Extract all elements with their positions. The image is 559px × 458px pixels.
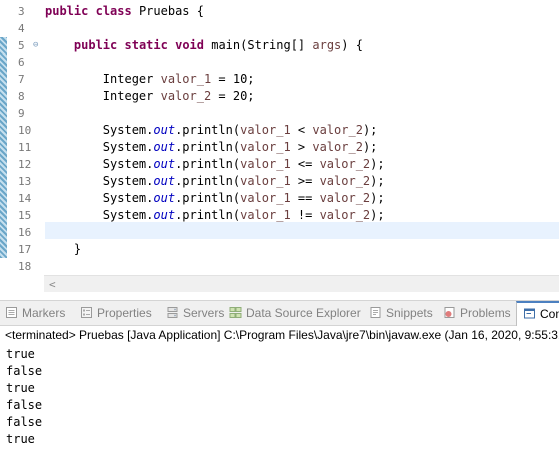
console-output-line: true <box>6 381 35 395</box>
fold-collapse-icon[interactable]: ⊖ <box>33 37 38 54</box>
line-number: 8 <box>18 90 25 103</box>
code-line-close-brace: } <box>73 242 82 256</box>
line-number: 9 <box>18 107 25 120</box>
line-number: 13 <box>18 175 32 188</box>
console-output-line: false <box>6 364 43 378</box>
current-line-highlight <box>45 222 559 239</box>
console-output-line: false <box>6 415 43 429</box>
console-output-line: false <box>6 398 43 412</box>
line-number: 11 <box>18 141 32 154</box>
code-line-println: System.out.println(valor_1 < valor_2); <box>102 123 378 137</box>
panel-separator <box>0 292 559 300</box>
code-line-decl-2: Integer valor_2 = 20; <box>102 89 255 103</box>
markers-icon <box>6 307 17 318</box>
tab-properties[interactable]: Properties <box>80 301 152 326</box>
code-line-println: System.out.println(valor_1 > valor_2); <box>102 140 378 154</box>
line-number: 6 <box>18 56 25 69</box>
code-line-decl-1: Integer valor_1 = 10; <box>102 72 255 86</box>
code-line-println: System.out.println(valor_1 == valor_2); <box>102 191 385 205</box>
line-number: 5 <box>18 39 25 52</box>
tab-data-source-explorer[interactable]: Data Source Explorer <box>229 301 361 326</box>
code-line-println: System.out.println(valor_1 != valor_2); <box>102 208 385 222</box>
line-number: 14 <box>18 192 32 205</box>
line-number: 15 <box>18 209 32 222</box>
tab-console[interactable]: Con <box>516 301 559 326</box>
code-line-main: public static void main(String[] args) { <box>73 38 363 52</box>
line-number: 10 <box>18 124 32 137</box>
bottom-panel-tabbar: Markers Properties Servers Data Source E… <box>0 300 559 326</box>
code-line-println: System.out.println(valor_1 >= valor_2); <box>102 174 385 188</box>
line-number: 4 <box>18 22 25 35</box>
tab-markers[interactable]: Markers <box>5 301 65 326</box>
quick-diff-bar <box>0 37 7 54</box>
snippets-icon <box>370 307 381 318</box>
servers-icon <box>167 307 178 318</box>
tab-servers[interactable]: Servers <box>166 301 224 326</box>
line-number: 7 <box>18 73 25 86</box>
quick-diff-bar <box>0 54 7 258</box>
properties-icon <box>81 307 92 318</box>
problems-icon <box>444 307 455 318</box>
tab-problems[interactable]: Problems <box>443 301 511 326</box>
line-number: 18 <box>18 260 32 273</box>
line-number: 17 <box>18 243 32 256</box>
scroll-left-arrow-icon[interactable]: < <box>49 276 56 293</box>
line-number: 16 <box>18 226 32 239</box>
code-line-class: public class Pruebas { <box>45 4 204 18</box>
data-source-explorer-icon <box>229 307 242 318</box>
line-number: 3 <box>18 5 25 18</box>
tab-snippets[interactable]: Snippets <box>369 301 433 326</box>
console-output-line: true <box>6 432 35 446</box>
console-process-info: <terminated> Pruebas [Java Application] … <box>5 328 559 342</box>
console-output-line: true <box>6 347 35 361</box>
horizontal-scrollbar[interactable]: < <box>44 275 559 293</box>
line-number: 12 <box>18 158 32 171</box>
code-line-println: System.out.println(valor_1 <= valor_2); <box>102 157 385 171</box>
console-icon <box>524 308 535 319</box>
code-editor[interactable]: 3 4 5 6 7 8 9 10 11 12 13 14 15 16 17 18… <box>0 0 559 275</box>
